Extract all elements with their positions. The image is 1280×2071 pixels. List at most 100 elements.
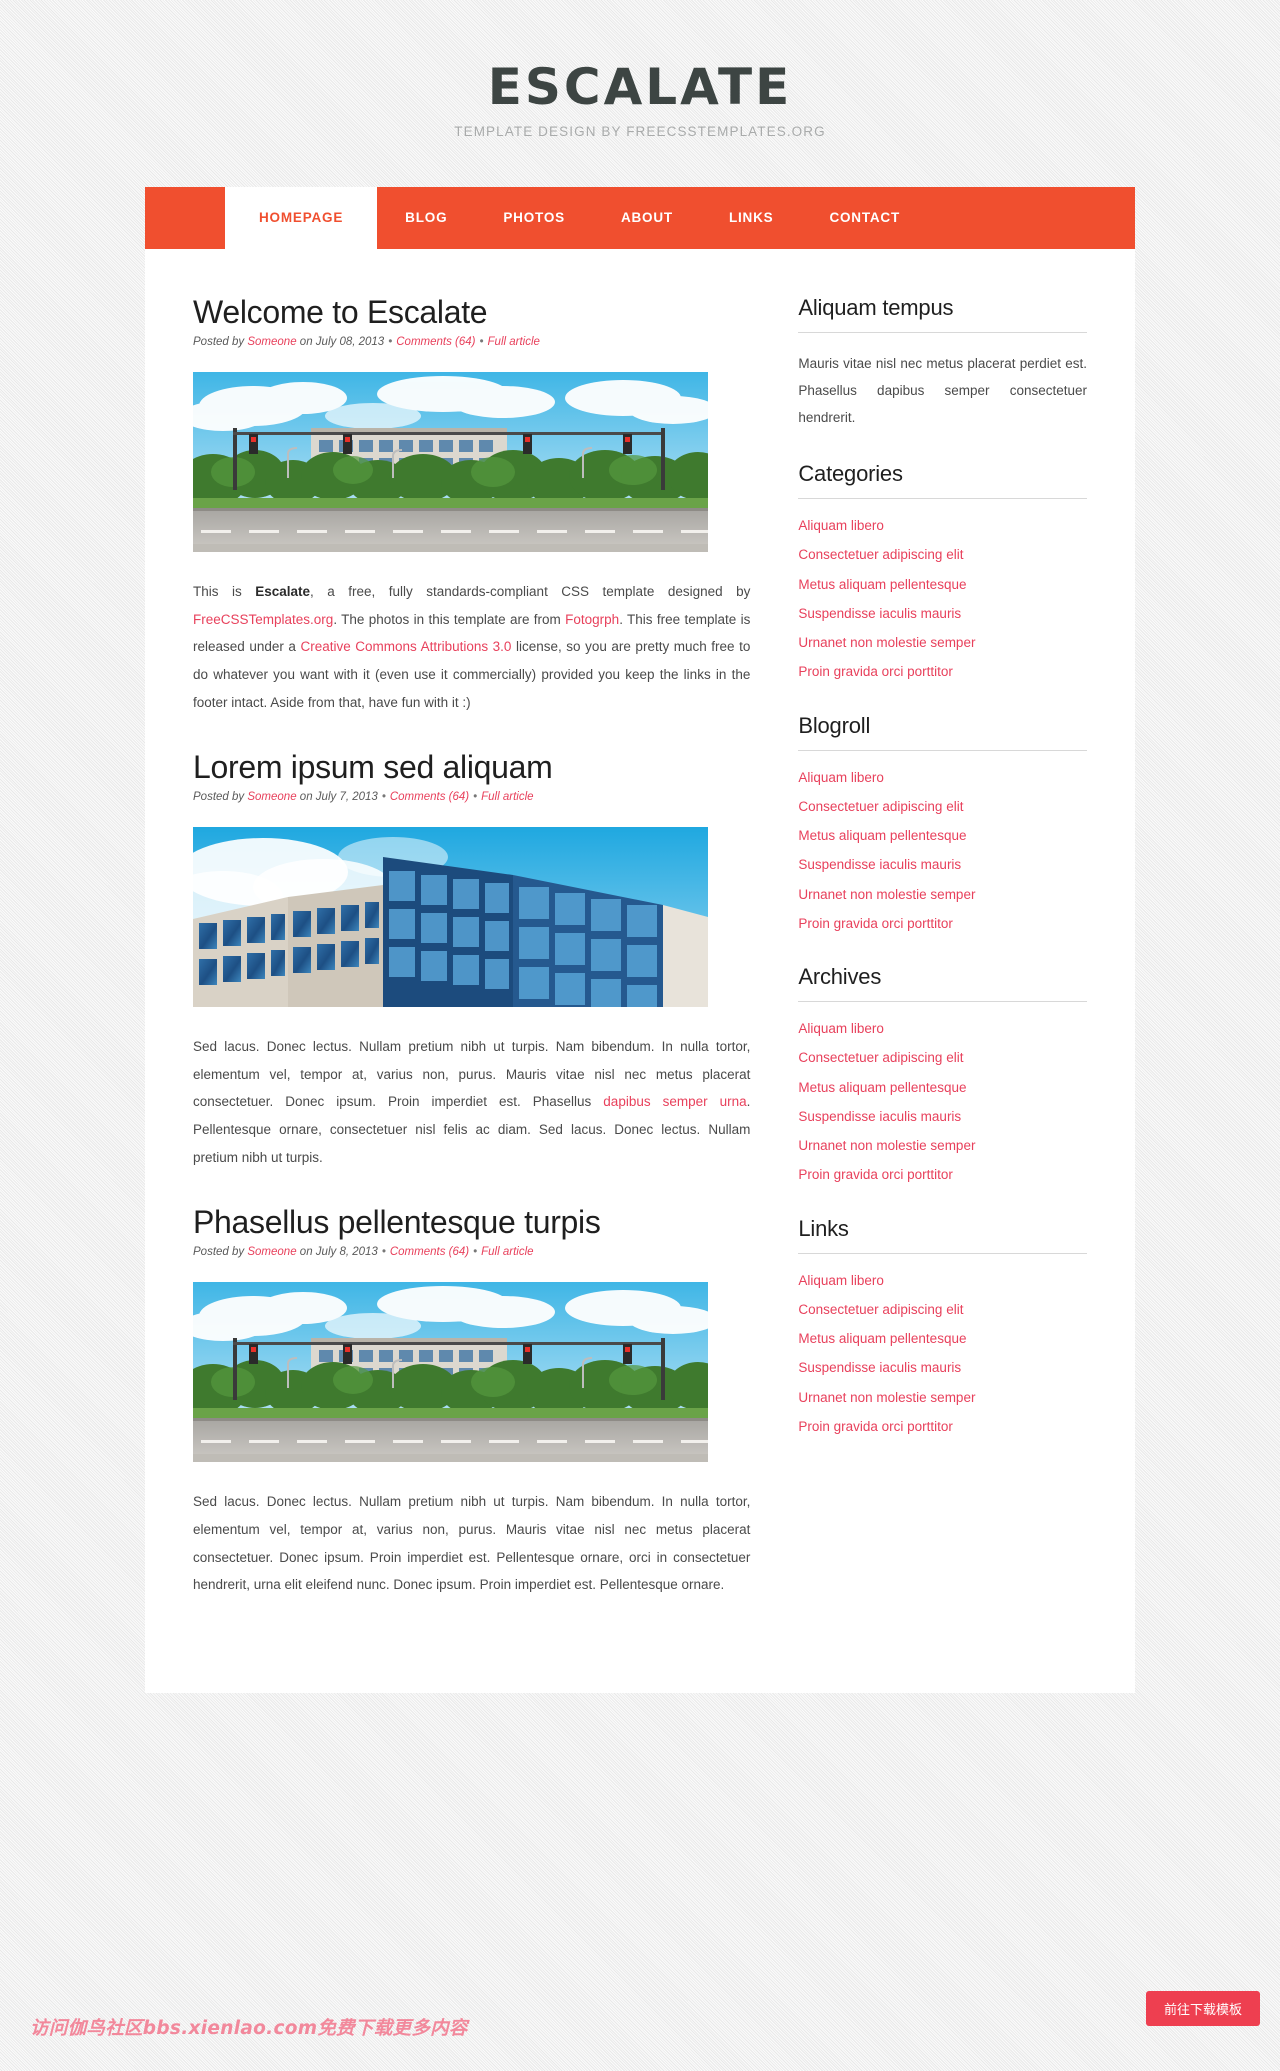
post: Lorem ipsum sed aliquam Posted by Someone… <box>193 749 750 1171</box>
sidebar-link[interactable]: Suspendisse iaculis mauris <box>798 857 961 872</box>
sidebar-link[interactable]: Metus aliquam pellentesque <box>798 828 966 843</box>
list-item: Proin gravida orci porttitor <box>798 914 1087 934</box>
post-full-article-link[interactable]: Full article <box>481 1246 533 1258</box>
sidebar-link[interactable]: Urnanet non molestie semper <box>798 1390 975 1405</box>
sidebar-link[interactable]: Consectetuer adipiscing elit <box>798 1050 963 1065</box>
post-title: Welcome to Escalate <box>193 294 488 330</box>
sidebar-link[interactable]: Aliquam libero <box>798 770 884 785</box>
list-item: Aliquam libero <box>798 1271 1087 1291</box>
footer-band <box>0 1693 1280 1769</box>
list-item: Aliquam libero <box>798 516 1087 536</box>
sidebar-link[interactable]: Aliquam libero <box>798 1021 884 1036</box>
sidebar-block-categories: Categories Aliquam libero Consectetuer adi… <box>798 461 1087 683</box>
emphasis-text: Escalate <box>255 583 311 599</box>
post-full-article-link[interactable]: Full article <box>481 791 533 803</box>
nav-item-blog[interactable]: BLOG <box>377 187 475 249</box>
photo-glass-office-tower <box>193 827 708 1008</box>
watermark-text: 访问伽鸟社区bbs.xienlao.com免费下载更多内容 <box>30 2018 468 2039</box>
meta-separator: • <box>381 1246 386 1259</box>
sidebar-block-links: Links Aliquam libero Consectetuer adipisci… <box>798 1216 1087 1438</box>
sidebar-link[interactable]: Proin gravida orci porttitor <box>798 1419 953 1434</box>
list-item: Proin gravida orci porttitor <box>798 662 1087 682</box>
list-item: Metus aliquam pellentesque <box>798 575 1087 595</box>
sidebar-link[interactable]: Aliquam libero <box>798 1273 884 1288</box>
sidebar-link[interactable]: Aliquam libero <box>798 518 884 533</box>
post-author-link[interactable]: Someone <box>247 336 296 348</box>
sidebar-link[interactable]: Consectetuer adipiscing elit <box>798 1302 963 1317</box>
post-body: Sed lacus. Donec lectus. Nullam pretium … <box>193 1488 750 1599</box>
body-text: This is <box>193 583 256 599</box>
list-item: Urnanet non molestie semper <box>798 1136 1087 1156</box>
list-item: Metus aliquam pellentesque <box>798 1078 1087 1098</box>
sidebar-block-title: Blogroll <box>798 713 1087 751</box>
posted-by-label: Posted by <box>193 791 245 804</box>
sidebar-link[interactable]: Consectetuer adipiscing elit <box>798 547 963 562</box>
list-item: Consectetuer adipiscing elit <box>798 545 1087 565</box>
list-item: Aliquam libero <box>798 1019 1087 1039</box>
sidebar-link[interactable]: Urnanet non molestie semper <box>798 635 975 650</box>
sidebar-link[interactable]: Suspendisse iaculis mauris <box>798 606 961 621</box>
inline-link[interactable]: FreeCSSTemplates.org <box>193 612 333 627</box>
meta-separator: • <box>473 791 478 804</box>
meta-separator: • <box>479 335 484 348</box>
list-item: Suspendisse iaculis mauris <box>798 1358 1087 1378</box>
sidebar-block-title: Links <box>798 1216 1087 1254</box>
inline-link[interactable]: dapibus semper urna <box>603 1094 746 1109</box>
list-item: Aliquam libero <box>798 768 1087 788</box>
meta-separator: • <box>473 1246 478 1259</box>
sidebar-link-list: Aliquam libero Consectetuer adipiscing el… <box>798 1019 1087 1186</box>
inline-link[interactable]: Fotogrph <box>565 612 619 627</box>
list-item: Metus aliquam pellentesque <box>798 1329 1087 1349</box>
post-image <box>193 371 708 552</box>
sidebar-link[interactable]: Urnanet non molestie semper <box>798 1138 975 1153</box>
sidebar-block-blogroll: Blogroll Aliquam libero Consectetuer adipi… <box>798 713 1087 935</box>
sidebar-block-aliquam-tempus: Aliquam tempus Mauris vitae nisl nec metu… <box>798 295 1087 431</box>
body-text: Sed lacus. Donec lectus. Nullam pretium … <box>193 1494 751 1593</box>
on-label: on <box>299 1246 313 1259</box>
sidebar-link-list: Aliquam libero Consectetuer adipiscing el… <box>798 768 1087 935</box>
sidebar-block-text: Mauris vitae nisl nec metus placerat per… <box>798 356 1087 425</box>
on-label: on <box>299 791 313 804</box>
post-meta: Posted by Someone on July 08, 2013 • Comme… <box>193 336 750 348</box>
sidebar-link[interactable]: Metus aliquam pellentesque <box>798 577 966 592</box>
sidebar-link[interactable]: Suspendisse iaculis mauris <box>798 1109 961 1124</box>
sidebar-link[interactable]: Metus aliquam pellentesque <box>798 1331 966 1346</box>
nav-item-contact[interactable]: CONTACT <box>801 187 928 249</box>
nav-item-links[interactable]: LINKS <box>701 187 802 249</box>
list-item: Suspendisse iaculis mauris <box>798 1107 1087 1127</box>
nav-item-about[interactable]: ABOUT <box>593 187 701 249</box>
sidebar-link[interactable]: Suspendisse iaculis mauris <box>798 1360 961 1375</box>
nav-item-homepage[interactable]: HOMEPAGE <box>225 187 378 249</box>
sidebar-link[interactable]: Metus aliquam pellentesque <box>798 1080 966 1095</box>
list-item: Suspendisse iaculis mauris <box>798 855 1087 875</box>
sidebar-block-title: Aliquam tempus <box>798 295 1087 333</box>
sidebar-block-title: Categories <box>798 461 1087 499</box>
list-item: Urnanet non molestie semper <box>798 633 1087 653</box>
post-comments-link[interactable]: Comments (64) <box>396 336 475 348</box>
list-item: Consectetuer adipiscing elit <box>798 797 1087 817</box>
post-body: This is Escalate, a free, fully standard… <box>193 578 750 716</box>
inline-link[interactable]: Creative Commons Attributions 3.0 <box>300 639 511 654</box>
body-text: , a free, fully standards-compliant CSS … <box>310 583 751 599</box>
on-label: on <box>299 335 313 348</box>
sidebar-link[interactable]: Urnanet non molestie semper <box>798 887 975 902</box>
sidebar-block-archives: Archives Aliquam libero Consectetuer adipi… <box>798 964 1087 1186</box>
nav-item-photos[interactable]: PHOTOS <box>475 187 593 249</box>
main-column: Welcome to Escalate Posted by Someone on … <box>193 294 750 1633</box>
list-item: Consectetuer adipiscing elit <box>798 1048 1087 1068</box>
download-template-button[interactable]: 前往下载模板 <box>1145 1991 1260 2026</box>
post-author-link[interactable]: Someone <box>247 791 296 803</box>
sidebar-link[interactable]: Proin gravida orci porttitor <box>798 664 953 679</box>
post-comments-link[interactable]: Comments (64) <box>390 1246 469 1258</box>
sidebar-link[interactable]: Proin gravida orci porttitor <box>798 1167 953 1182</box>
post-date: July 08, 2013 <box>315 335 385 348</box>
post-full-article-link[interactable]: Full article <box>488 336 540 348</box>
content-shell: Welcome to Escalate Posted by Someone on … <box>145 249 1135 1693</box>
post-author-link[interactable]: Someone <box>247 1246 296 1258</box>
sidebar-link[interactable]: Consectetuer adipiscing elit <box>798 799 963 814</box>
post-image <box>193 1282 708 1463</box>
sidebar-link[interactable]: Proin gravida orci porttitor <box>798 916 953 931</box>
meta-separator: • <box>381 791 386 804</box>
post-comments-link[interactable]: Comments (64) <box>390 791 469 803</box>
list-item: Proin gravida orci porttitor <box>798 1165 1087 1185</box>
